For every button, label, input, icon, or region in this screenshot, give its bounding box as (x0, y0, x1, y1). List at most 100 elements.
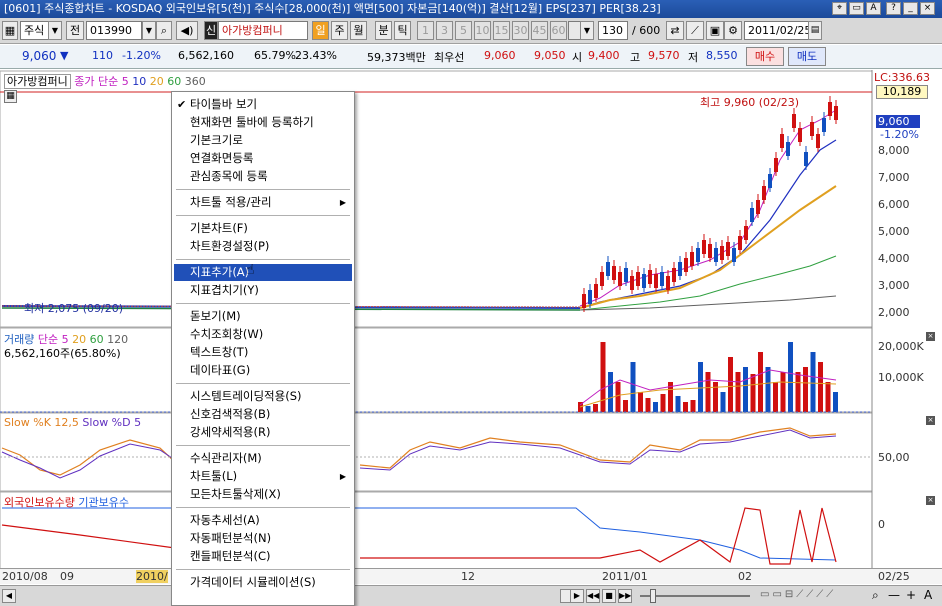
period-minute[interactable]: 분 (375, 21, 392, 40)
zoom-in-icon[interactable]: + (906, 588, 916, 602)
minute-dropdown-icon[interactable]: ▼ (580, 21, 594, 40)
menu-item[interactable]: 타이틀바 보기 ✔ (174, 96, 352, 113)
minimize-icon[interactable]: _ (903, 2, 918, 15)
grid-menu-icon[interactable]: ▦ (2, 21, 18, 40)
menu-item[interactable]: 캔들패턴분석(C) (174, 548, 352, 565)
volume-bar (653, 402, 658, 412)
best-quote-label: 최우선 (434, 51, 465, 64)
legend-ma360[interactable]: 360 (185, 75, 206, 88)
calendar-icon[interactable]: ▤ (808, 21, 822, 40)
period-month[interactable]: 월 (350, 21, 367, 40)
close-panel-icon[interactable]: × (926, 332, 935, 341)
close-panel-icon[interactable]: × (926, 416, 935, 425)
pin-icon[interactable]: ⌖ (832, 2, 847, 15)
stock-code-input[interactable]: 013990 (86, 21, 142, 40)
menu-item[interactable]: 기본차트(F) (174, 220, 352, 237)
scroll-right-icon[interactable]: ▶ (570, 589, 584, 603)
low-label: 저 (688, 51, 699, 64)
code-dropdown-icon[interactable]: ▼ (142, 21, 156, 40)
menu-item[interactable]: 연결화면등록 (174, 150, 352, 167)
chart-scrollbar[interactable]: ◀ ▶ ◀◀ ■ ▶▶ ▭▭⊟⟋⟋⟋⟋ ⌕ — + A (0, 585, 942, 606)
legend-slow-d[interactable]: Slow %D 5 (82, 416, 141, 429)
open-price: 9,400 (588, 49, 620, 62)
minute-60[interactable]: 60 (550, 21, 567, 40)
total-count: / 600 (632, 24, 661, 37)
legend-ma20[interactable]: 20 (150, 75, 164, 88)
save-icon[interactable]: ▣ (706, 21, 724, 40)
help-icon[interactable]: ? (886, 2, 901, 15)
sell-button[interactable]: 매도 (788, 47, 826, 66)
rewind-icon[interactable]: ◀◀ (586, 589, 600, 603)
close-panel-icon[interactable]: × (926, 496, 935, 505)
zoom-icon[interactable]: ⌕ (872, 588, 879, 603)
legend-ma60[interactable]: 60 (167, 75, 181, 88)
line-tool-icon[interactable]: ⟋ (686, 21, 704, 40)
menu-item[interactable]: 기본크기로 (174, 132, 352, 149)
speaker-icon[interactable]: ◀) (176, 21, 198, 40)
menu-item[interactable]: 강세약세적용(R) (174, 424, 352, 441)
legend-slow-k[interactable]: Slow %K 12,5 (4, 416, 79, 429)
minute-30[interactable]: 30 (512, 21, 529, 40)
prefix-button[interactable]: 전 (66, 21, 84, 40)
stop-icon[interactable]: ■ (602, 589, 616, 603)
legend-stock-name[interactable]: 아가방컴퍼니 (4, 74, 71, 89)
zoom-out-icon[interactable]: — (888, 588, 900, 602)
period-week[interactable]: 주 (331, 21, 348, 40)
menu-item[interactable]: 신호검색적용(B) (174, 406, 352, 423)
chevron-down-icon[interactable]: ▼ (48, 21, 62, 40)
menu-item[interactable]: 자동패턴분석(N) (174, 530, 352, 547)
stock-name-field: 아가방컴퍼니 (218, 21, 308, 40)
date-label: 02 (738, 570, 752, 583)
menu-item[interactable]: 자동추세선(A) (174, 512, 352, 529)
menu-item[interactable]: 현재화면 툴바에 등록하기 (174, 114, 352, 131)
menu-item-label: 텍스트창(T) (190, 345, 249, 359)
menu-item[interactable]: 지표추가(A) (174, 264, 352, 281)
menu-item[interactable]: 돋보기(M) (174, 308, 352, 325)
minute-5[interactable]: 5 (455, 21, 472, 40)
scroll-icon[interactable]: ⇄ (666, 21, 684, 40)
price-axis-label: 4,000 (878, 252, 910, 265)
chart-area[interactable]: 아가방컴퍼니 종가 단순 5 10 20 60 360 ▦ 최고 9,960 (… (0, 70, 942, 590)
fast-forward-icon[interactable]: ▶▶ (618, 589, 632, 603)
close-icon[interactable]: × (920, 2, 935, 15)
menu-item[interactable]: 수식관리자(M) (174, 450, 352, 467)
menu-item[interactable]: 데이타표(G) (174, 362, 352, 379)
menu-item[interactable]: 텍스트창(T) (174, 344, 352, 361)
minute-3[interactable]: 3 (436, 21, 453, 40)
minute-45[interactable]: 45 (531, 21, 548, 40)
alert-icon[interactable]: A (866, 2, 881, 15)
menu-item[interactable]: 가격데이터 시뮬레이션(S) (174, 574, 352, 591)
minute-15[interactable]: 15 (493, 21, 510, 40)
zoom-slider[interactable] (640, 595, 750, 597)
count-input[interactable]: 130 (598, 21, 628, 40)
font-size-icon[interactable]: A (924, 588, 932, 602)
menu-item[interactable]: 수치조회창(W) (174, 326, 352, 343)
period-day[interactable]: 일 (312, 21, 329, 40)
legend-institution[interactable]: 기관보유수 (78, 496, 129, 509)
menu-item[interactable]: 차트툴 적용/관리 ▶ (174, 194, 352, 211)
price-change: 110 (92, 49, 113, 62)
menu-item[interactable]: 차트환경설정(P) (174, 238, 352, 255)
search-icon[interactable]: ⌕ (156, 21, 172, 40)
menu-separator (176, 303, 350, 304)
legend-ma5[interactable]: 종가 단순 5 (74, 75, 128, 88)
menu-item[interactable]: 지표겹치기(Y) (174, 282, 352, 299)
menu-item[interactable]: 모든차트툴삭제(X) (174, 486, 352, 503)
minute-10[interactable]: 10 (474, 21, 491, 40)
legend-foreign[interactable]: 외국인보유수량 (4, 496, 75, 509)
buy-button[interactable]: 매수 (746, 47, 784, 66)
table-view-icon[interactable]: ▦ (4, 90, 17, 103)
copy-icon[interactable]: ▭ (849, 2, 864, 15)
menu-item[interactable]: 차트툴(L) ▶ (174, 468, 352, 485)
settings-gear-icon[interactable]: ⚙ (724, 21, 742, 40)
menu-item-label: 모든차트툴삭제(X) (190, 487, 281, 501)
period-tick[interactable]: 틱 (394, 21, 411, 40)
scroll-left-icon[interactable]: ◀ (2, 589, 16, 603)
drawing-tools[interactable]: ▭▭⊟⟋⟋⟋⟋ (760, 589, 870, 603)
minute-1[interactable]: 1 (417, 21, 434, 40)
menu-item[interactable]: 관심종목에 등록 (174, 168, 352, 185)
menu-item-label: 차트툴(L) (190, 469, 238, 483)
menu-item[interactable]: 시스템트레이딩적용(S) (174, 388, 352, 405)
zoom-slider-handle[interactable] (650, 589, 656, 603)
legend-ma10[interactable]: 10 (132, 75, 146, 88)
